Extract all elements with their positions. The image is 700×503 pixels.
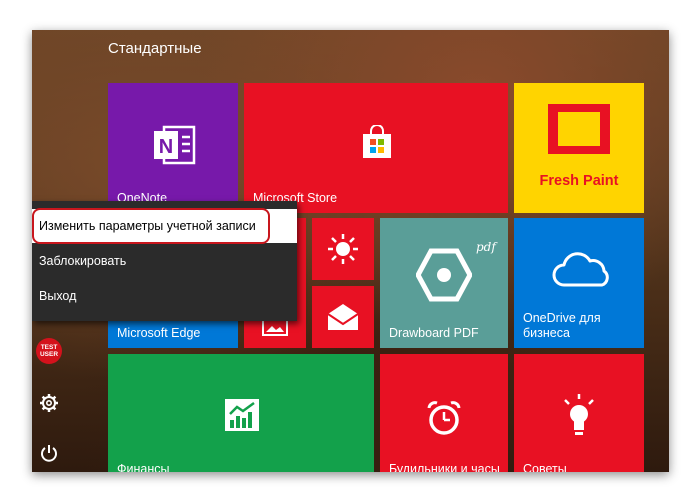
avatar-text-line2: USER xyxy=(39,351,59,358)
mail-icon xyxy=(326,302,360,337)
settings-icon[interactable] xyxy=(38,392,60,414)
tile-label: Drawboard PDF xyxy=(389,326,479,340)
menu-item-lock[interactable]: Заблокировать xyxy=(32,244,297,278)
tile-onedrive[interactable]: OneDrive для бизнеса xyxy=(514,218,644,348)
tile-label: Советы xyxy=(523,462,567,472)
onenote-icon: N xyxy=(150,123,198,172)
start-menu: Стандартные N OneNote Microsoft Store Fr… xyxy=(32,30,669,472)
menu-item-sign-out[interactable]: Выход xyxy=(32,279,297,313)
tile-tips[interactable]: Советы xyxy=(514,354,644,472)
tile-label: Финансы xyxy=(117,462,170,472)
onedrive-cloud-icon xyxy=(550,252,610,293)
menu-item-label: Выход xyxy=(39,289,77,303)
user-avatar[interactable]: TEST USER xyxy=(36,338,62,364)
tile-microsoft-store[interactable]: Microsoft Store xyxy=(244,83,508,213)
lightbulb-icon xyxy=(562,394,596,443)
tile-mail[interactable] xyxy=(312,286,374,348)
tile-label: Будильники и часы xyxy=(389,462,500,472)
account-context-menu: Изменить параметры учетной записи Заблок… xyxy=(32,201,297,321)
svg-text:N: N xyxy=(159,136,173,158)
alarm-clock-icon xyxy=(426,400,462,441)
fresh-paint-logo-text: Fresh Paint xyxy=(539,173,619,189)
tile-drawboard-pdf[interactable]: pdf Drawboard PDF xyxy=(380,218,508,348)
drawboard-hexagon-icon xyxy=(415,248,473,307)
tile-alarms[interactable]: Будильники и часы xyxy=(380,354,508,472)
store-bag-icon xyxy=(362,124,392,164)
menu-item-label: Заблокировать xyxy=(39,254,127,268)
power-icon[interactable] xyxy=(38,442,60,464)
tile-label: Microsoft Edge xyxy=(117,326,201,340)
tile-fresh-paint[interactable]: Fresh Paint xyxy=(514,83,644,213)
annotation-highlight-ring xyxy=(32,208,270,244)
tile-label: OneDrive для бизнеса xyxy=(523,311,601,340)
fresh-paint-frame-icon xyxy=(545,101,613,162)
pdf-badge: pdf xyxy=(476,240,496,254)
group-title: Стандартные xyxy=(108,40,202,57)
tile-finance[interactable]: Финансы xyxy=(108,354,374,472)
tile-weather[interactable] xyxy=(312,218,374,280)
sun-icon xyxy=(327,233,359,270)
photo-icon xyxy=(262,318,288,341)
finance-chart-icon xyxy=(224,398,260,437)
tile-onenote[interactable]: N OneNote xyxy=(108,83,238,213)
avatar-text-line1: TEST xyxy=(40,344,58,351)
